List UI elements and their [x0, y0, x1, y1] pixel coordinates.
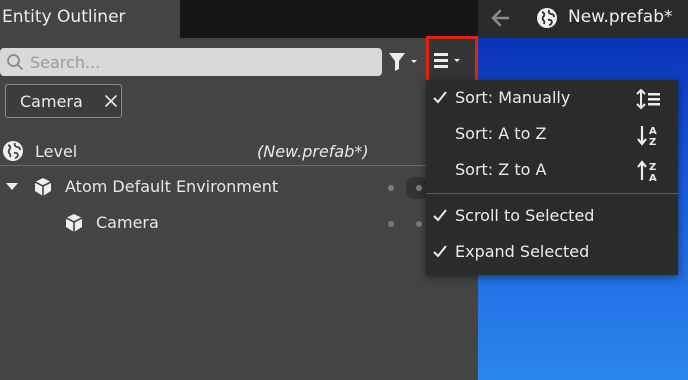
globe-icon [3, 141, 23, 161]
top-bar: Entity Outliner New.prefab* [0, 0, 688, 38]
tree-item-label: Camera [96, 213, 159, 232]
menu-item-sort-z-to-a[interactable]: Sort: Z to A Z A [426, 153, 678, 187]
filter-chip-label: Camera [20, 92, 83, 111]
tree-item-atom-default-environment[interactable]: Atom Default Environment [0, 172, 428, 204]
prefab-title: New.prefab* [568, 7, 673, 27]
level-prefab-name: (New.prefab*) [257, 142, 369, 161]
tree-item-camera[interactable]: Camera [0, 208, 426, 240]
chevron-down-icon [411, 60, 417, 63]
menu-separator [426, 193, 678, 194]
sort-z-to-a-icon: Z A [637, 160, 657, 182]
tree-item-label: Atom Default Environment [65, 177, 279, 196]
search-input[interactable] [30, 48, 370, 76]
expand-arrow-icon[interactable] [6, 183, 18, 191]
sort-manual-icon [636, 88, 660, 110]
menu-lines-icon [434, 53, 460, 68]
menu-item-sort-a-to-z[interactable]: Sort: A to Z A Z [426, 117, 678, 151]
display-options-menu: Sort: Manually Sort: A to Z A Z Sort: Z … [426, 80, 678, 275]
sort-letter-z: Z [649, 162, 656, 173]
sort-letter-a: A [649, 173, 657, 182]
visibility-dot[interactable] [388, 185, 394, 191]
level-label: Level [35, 142, 78, 161]
lock-dot[interactable] [416, 221, 422, 227]
menu-item-label: Scroll to Selected [455, 206, 595, 225]
filter-button[interactable] [386, 50, 424, 74]
sort-a-to-z-icon: A Z [637, 126, 657, 146]
sort-letter-a: A [649, 126, 657, 137]
level-row[interactable]: Level (New.prefab*) [0, 138, 426, 166]
display-options-button[interactable] [426, 36, 478, 83]
checkmark-icon [433, 91, 447, 104]
menu-item-label: Sort: Manually [455, 88, 571, 107]
visibility-dot[interactable] [388, 221, 394, 227]
checkmark-icon [433, 209, 447, 222]
menu-item-scroll-to-selected[interactable]: Scroll to Selected [426, 199, 678, 233]
menu-item-label: Expand Selected [455, 242, 590, 261]
cube-icon [34, 178, 52, 196]
filter-chip: Camera [5, 84, 122, 118]
menu-item-label: Sort: Z to A [455, 160, 547, 179]
lock-toggle[interactable] [406, 177, 428, 199]
entity-outliner-title: Entity Outliner [2, 7, 126, 27]
sort-letter-z: Z [649, 137, 656, 146]
checkmark-icon [433, 245, 447, 258]
search-icon [7, 54, 23, 70]
globe-icon [537, 8, 557, 28]
search-box[interactable] [0, 48, 382, 76]
entity-outliner-tab[interactable]: Entity Outliner [0, 0, 180, 38]
viewport-header: New.prefab* [478, 0, 688, 38]
menu-item-expand-selected[interactable]: Expand Selected [426, 235, 678, 269]
menu-item-label: Sort: A to Z [455, 124, 547, 143]
close-icon[interactable] [104, 94, 118, 108]
menu-item-sort-manually[interactable]: Sort: Manually [426, 81, 678, 115]
back-arrow-icon[interactable] [488, 6, 512, 30]
filter-icon [389, 53, 405, 71]
cube-icon [65, 214, 83, 232]
